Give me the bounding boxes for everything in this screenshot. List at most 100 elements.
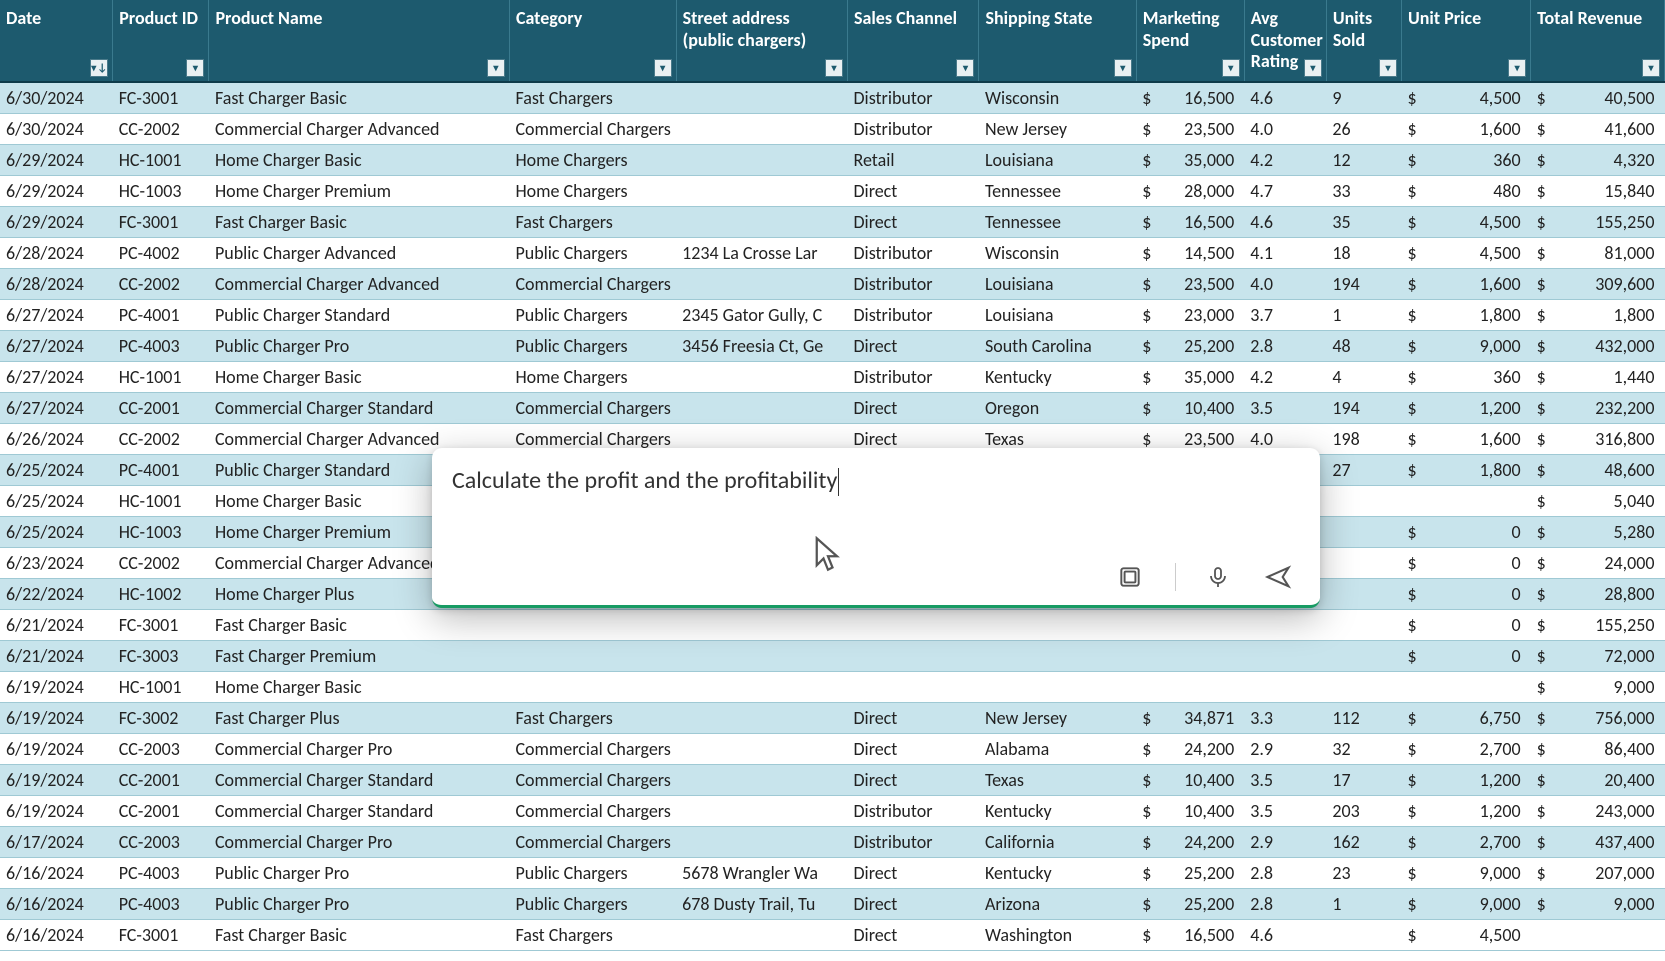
cell-product-id[interactable]: FC-3001 bbox=[113, 609, 209, 640]
cell-marketing-spend[interactable]: $10,400 bbox=[1136, 795, 1244, 826]
cell-product-id[interactable]: PC-4001 bbox=[113, 454, 209, 485]
cell-avg-rating[interactable]: 4.1 bbox=[1244, 237, 1326, 268]
filter-icon[interactable]: ▾ bbox=[1642, 59, 1660, 77]
table-row[interactable]: 6/21/2024FC-3003Fast Charger Premium$0$7… bbox=[0, 640, 1665, 671]
cell-units-sold[interactable]: 26 bbox=[1326, 113, 1401, 144]
filter-icon[interactable]: ▾ bbox=[1304, 59, 1322, 77]
cell-product-name[interactable]: Fast Charger Premium bbox=[209, 640, 510, 671]
cell-street-address[interactable] bbox=[676, 144, 847, 175]
cell-street-address[interactable] bbox=[676, 795, 847, 826]
cell-street-address[interactable] bbox=[676, 826, 847, 857]
cell-units-sold[interactable]: 12 bbox=[1326, 144, 1401, 175]
cell-unit-price[interactable]: $4,500 bbox=[1402, 237, 1531, 268]
microphone-icon[interactable] bbox=[1206, 563, 1234, 591]
cell-product-name[interactable]: Fast Charger Plus bbox=[209, 702, 510, 733]
header-unit-price[interactable]: Unit Price▾ bbox=[1402, 0, 1531, 82]
cell-category[interactable]: Public Chargers bbox=[509, 330, 676, 361]
cell-total-revenue[interactable]: $86,400 bbox=[1531, 733, 1665, 764]
header-shipping-state[interactable]: Shipping State▾ bbox=[979, 0, 1136, 82]
cell-units-sold[interactable]: 27 bbox=[1326, 454, 1401, 485]
cell-category[interactable]: Commercial Chargers bbox=[509, 795, 676, 826]
cell-category[interactable]: Fast Chargers bbox=[509, 206, 676, 237]
cell-sales-channel[interactable]: Direct bbox=[847, 175, 978, 206]
cell-sales-channel[interactable]: Direct bbox=[847, 702, 978, 733]
cell-shipping-state[interactable]: Louisiana bbox=[979, 144, 1136, 175]
cell-street-address[interactable] bbox=[676, 268, 847, 299]
cell-date[interactable]: 6/29/2024 bbox=[0, 144, 113, 175]
cell-marketing-spend[interactable]: $10,400 bbox=[1136, 392, 1244, 423]
cell-sales-channel[interactable]: Distributor bbox=[847, 82, 978, 114]
header-marketing-spend[interactable]: Marketing Spend▾ bbox=[1136, 0, 1244, 82]
cell-category[interactable]: Commercial Chargers bbox=[509, 268, 676, 299]
cell-sales-channel[interactable]: Direct bbox=[847, 392, 978, 423]
cell-product-id[interactable]: HC-1001 bbox=[113, 361, 209, 392]
cell-shipping-state[interactable]: New Jersey bbox=[979, 113, 1136, 144]
cell-date[interactable]: 6/21/2024 bbox=[0, 609, 113, 640]
cell-date[interactable]: 6/26/2024 bbox=[0, 423, 113, 454]
cell-date[interactable]: 6/19/2024 bbox=[0, 764, 113, 795]
cell-product-id[interactable]: CC-2003 bbox=[113, 733, 209, 764]
cell-category[interactable]: Commercial Chargers bbox=[509, 826, 676, 857]
cell-marketing-spend[interactable]: $25,200 bbox=[1136, 330, 1244, 361]
table-row[interactable]: 6/16/2024PC-4003Public Charger ProPublic… bbox=[0, 888, 1665, 919]
cell-date[interactable]: 6/19/2024 bbox=[0, 702, 113, 733]
cell-units-sold[interactable]: 198 bbox=[1326, 423, 1401, 454]
filter-icon[interactable]: ▾ bbox=[1379, 59, 1397, 77]
cell-shipping-state[interactable]: Kentucky bbox=[979, 857, 1136, 888]
cell-marketing-spend[interactable] bbox=[1136, 640, 1244, 671]
cell-product-name[interactable]: Public Charger Pro bbox=[209, 330, 510, 361]
table-row[interactable]: 6/29/2024HC-1003Home Charger PremiumHome… bbox=[0, 175, 1665, 206]
cell-units-sold[interactable]: 4 bbox=[1326, 361, 1401, 392]
cell-marketing-spend[interactable]: $25,200 bbox=[1136, 857, 1244, 888]
cell-date[interactable]: 6/22/2024 bbox=[0, 578, 113, 609]
cell-sales-channel[interactable]: Distributor bbox=[847, 299, 978, 330]
filter-sort-icon[interactable]: ▾ bbox=[90, 59, 108, 77]
cell-street-address[interactable]: 1234 La Crosse Lar bbox=[676, 237, 847, 268]
table-row[interactable]: 6/19/2024CC-2001Commercial Charger Stand… bbox=[0, 795, 1665, 826]
cell-total-revenue[interactable]: $155,250 bbox=[1531, 206, 1665, 237]
filter-icon[interactable]: ▾ bbox=[825, 59, 843, 77]
copilot-prompt-box[interactable]: Calculate the profit and the profitabili… bbox=[432, 448, 1320, 608]
cell-date[interactable]: 6/29/2024 bbox=[0, 206, 113, 237]
cell-product-id[interactable]: FC-3001 bbox=[113, 206, 209, 237]
cell-total-revenue[interactable]: $9,000 bbox=[1531, 888, 1665, 919]
cell-total-revenue[interactable]: $756,000 bbox=[1531, 702, 1665, 733]
cell-product-id[interactable]: CC-2002 bbox=[113, 268, 209, 299]
table-row[interactable]: 6/29/2024FC-3001Fast Charger BasicFast C… bbox=[0, 206, 1665, 237]
cell-product-id[interactable]: PC-4003 bbox=[113, 888, 209, 919]
cell-product-id[interactable]: FC-3002 bbox=[113, 702, 209, 733]
cell-marketing-spend[interactable]: $23,500 bbox=[1136, 113, 1244, 144]
cell-shipping-state[interactable]: Texas bbox=[979, 764, 1136, 795]
cell-category[interactable]: Home Chargers bbox=[509, 361, 676, 392]
cell-date[interactable]: 6/17/2024 bbox=[0, 826, 113, 857]
cell-sales-channel[interactable]: Retail bbox=[847, 144, 978, 175]
prompt-guide-icon[interactable] bbox=[1117, 563, 1145, 591]
cell-category[interactable]: Commercial Chargers bbox=[509, 733, 676, 764]
cell-product-id[interactable]: PC-4002 bbox=[113, 237, 209, 268]
cell-unit-price[interactable]: $0 bbox=[1402, 516, 1531, 547]
cell-product-id[interactable]: HC-1003 bbox=[113, 175, 209, 206]
cell-date[interactable]: 6/16/2024 bbox=[0, 857, 113, 888]
cell-shipping-state[interactable]: Kentucky bbox=[979, 795, 1136, 826]
cell-unit-price[interactable]: $0 bbox=[1402, 547, 1531, 578]
copilot-input[interactable]: Calculate the profit and the profitabili… bbox=[452, 466, 1300, 563]
cell-unit-price[interactable]: $4,500 bbox=[1402, 82, 1531, 114]
table-row[interactable]: 6/19/2024CC-2003Commercial Charger ProCo… bbox=[0, 733, 1665, 764]
cell-marketing-spend[interactable]: $35,000 bbox=[1136, 144, 1244, 175]
filter-icon[interactable]: ▾ bbox=[487, 59, 505, 77]
cell-avg-rating[interactable]: 2.8 bbox=[1244, 857, 1326, 888]
cell-date[interactable]: 6/25/2024 bbox=[0, 485, 113, 516]
cell-unit-price[interactable]: $360 bbox=[1402, 361, 1531, 392]
cell-total-revenue[interactable]: $437,400 bbox=[1531, 826, 1665, 857]
cell-units-sold[interactable]: 23 bbox=[1326, 857, 1401, 888]
cell-product-name[interactable]: Commercial Charger Standard bbox=[209, 795, 510, 826]
cell-avg-rating[interactable]: 2.9 bbox=[1244, 733, 1326, 764]
cell-date[interactable]: 6/29/2024 bbox=[0, 175, 113, 206]
cell-total-revenue[interactable] bbox=[1531, 919, 1665, 950]
cell-unit-price[interactable]: $9,000 bbox=[1402, 857, 1531, 888]
cell-units-sold[interactable]: 32 bbox=[1326, 733, 1401, 764]
filter-icon[interactable]: ▾ bbox=[654, 59, 672, 77]
cell-date[interactable]: 6/16/2024 bbox=[0, 919, 113, 950]
table-row[interactable]: 6/29/2024HC-1001Home Charger BasicHome C… bbox=[0, 144, 1665, 175]
cell-avg-rating[interactable]: 3.5 bbox=[1244, 764, 1326, 795]
